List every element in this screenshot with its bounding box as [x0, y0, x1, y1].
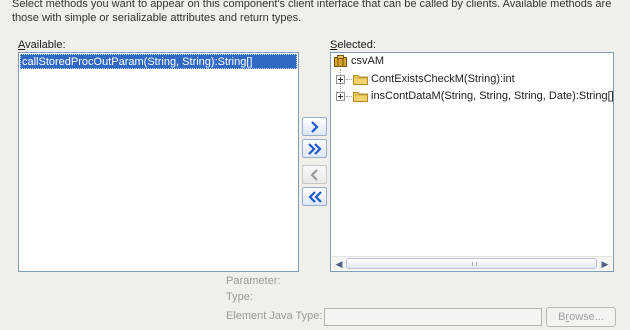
- horizontal-scrollbar[interactable]: ◀ ▶: [332, 256, 612, 270]
- element-java-type-field[interactable]: [324, 308, 542, 326]
- scroll-right-icon[interactable]: ▶: [599, 259, 611, 269]
- element-java-type-label: Element Java Type:: [226, 310, 323, 322]
- available-label: Available:: [18, 39, 66, 51]
- expand-icon[interactable]: [336, 92, 345, 101]
- remove-all-button[interactable]: [302, 187, 327, 206]
- tree-node-label: ContExistsCheckM(String):int: [371, 73, 515, 85]
- folder-icon: [353, 75, 368, 85]
- add-icon: [310, 120, 319, 133]
- tree-node-root-label: csvAM: [351, 55, 384, 67]
- tree-node[interactable]: ContExistsCheckM(String):int: [331, 71, 611, 87]
- available-list[interactable]: callStoredProcOutParam(String, String):S…: [18, 52, 299, 272]
- tree-node-root[interactable]: csvAM: [331, 53, 611, 69]
- expand-icon[interactable]: [336, 75, 345, 84]
- selected-tree[interactable]: csvAM ContExistsCheckM(String):int insCo…: [330, 52, 614, 272]
- available-list-item[interactable]: callStoredProcOutParam(String, String):S…: [20, 54, 297, 69]
- add-all-icon: [307, 142, 322, 155]
- folder-icon: [353, 92, 368, 102]
- remove-button[interactable]: [302, 165, 327, 184]
- instructions-line-1: Select methods you want to appear on thi…: [12, 0, 612, 10]
- parameter-label: Parameter:: [226, 275, 281, 287]
- selected-label: Selected:: [330, 39, 376, 51]
- scrollbar-thumb[interactable]: [346, 258, 597, 269]
- add-all-button[interactable]: [302, 139, 327, 158]
- tree-connector: [346, 96, 352, 97]
- tree-node-label: insContDataM(String, String, String, Dat…: [371, 90, 614, 102]
- instructions: Select methods you want to appear on thi…: [12, 0, 622, 25]
- grip-icon: [471, 262, 477, 266]
- browse-button[interactable]: Browse...: [546, 307, 616, 327]
- instructions-line-2: those with simple or serializable attrib…: [12, 12, 302, 24]
- scroll-left-icon[interactable]: ◀: [333, 259, 345, 269]
- add-button[interactable]: [302, 117, 327, 136]
- remove-all-icon: [307, 190, 322, 203]
- tree-connector: [346, 79, 352, 80]
- application-module-icon: [334, 55, 347, 67]
- tree-node[interactable]: insContDataM(String, String, String, Dat…: [331, 88, 614, 104]
- type-label: Type:: [226, 291, 253, 303]
- remove-icon: [309, 168, 318, 181]
